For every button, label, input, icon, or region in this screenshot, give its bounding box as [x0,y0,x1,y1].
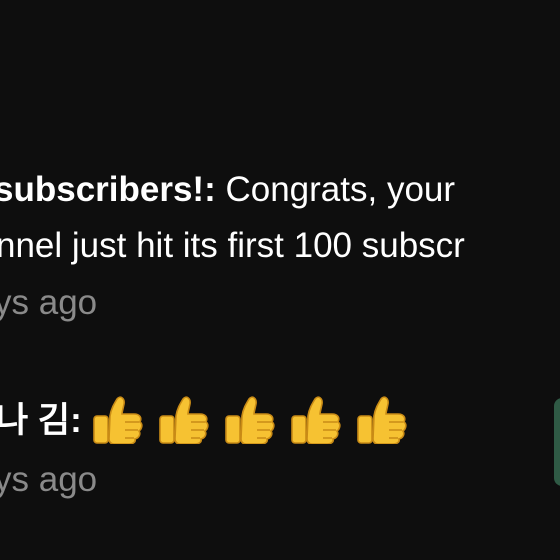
notification-text-line: subscribers!: Congrats, your [0,168,455,212]
thumbs-up-icon [92,396,146,445]
notification-timestamp: ys ago [0,283,98,322]
thumbnail-edge[interactable] [554,398,560,486]
notification-panel: subscribers!: Congrats, your nnel just h… [0,0,560,560]
comment-line: 나 김: [0,396,422,445]
thumbs-up-icon [224,396,278,445]
notification-message-continued: nnel just hit its first 100 subscr [0,226,465,265]
thumbs-up-icon [158,396,212,445]
notification-message: Congrats, your [215,170,456,209]
comment-author: 나 김: [0,401,82,440]
thumbs-up-icon [356,396,410,445]
thumbs-up-icon [290,396,344,445]
comment-timestamp: ys ago [0,460,98,499]
notification-title: subscribers!: [0,170,216,209]
